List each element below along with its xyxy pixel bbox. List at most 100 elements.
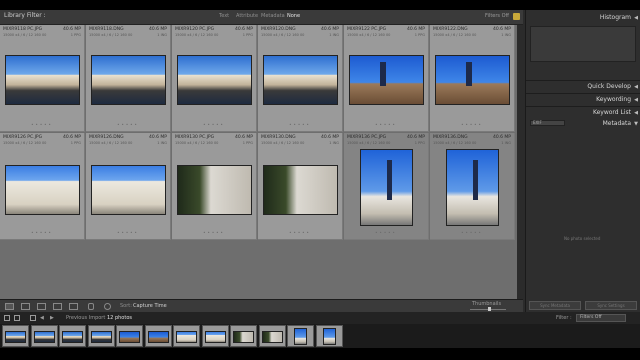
photo-file-type: 1 PPG — [414, 33, 425, 37]
filmstrip-thumbnail[interactable] — [87, 325, 115, 347]
histogram-header[interactable]: Histogram — [600, 14, 631, 21]
grid-view-icon[interactable] — [5, 303, 14, 310]
survey-view-icon[interactable] — [53, 303, 62, 310]
filmstrip-thumbnail[interactable] — [144, 325, 172, 347]
star-rating[interactable]: ••••• — [172, 230, 256, 235]
metadata-preset-select[interactable]: EXIF — [530, 120, 565, 126]
grid-cell[interactable]: MIXR9130.DNG 40.6 MP 15000 x4 / 6 / 12 160… — [258, 133, 343, 240]
star-rating[interactable]: ••••• — [172, 122, 256, 127]
photo-file-type: 1 ING — [501, 141, 511, 145]
sync-metadata-button[interactable]: Sync Metadata — [529, 301, 581, 310]
photo-filename: MIXR9118.DNG — [89, 27, 124, 32]
grid-cell[interactable]: MIXR9126 PC.JPG 40.6 MP 15000 x4 / 6 / 12 … — [0, 133, 85, 240]
people-view-icon[interactable] — [69, 303, 78, 310]
sort-capture-time-select[interactable]: Capture Time — [133, 303, 167, 309]
photo-thumbnail[interactable] — [177, 165, 252, 215]
photo-thumbnail[interactable] — [435, 55, 510, 105]
collapse-triangle-icon[interactable]: ◀ — [634, 84, 638, 90]
metadata-header[interactable]: Metadata — [603, 120, 631, 127]
grid-cell[interactable]: MIXR9120 PC.JPG 40.6 MP 15000 x4 / 6 / 12 … — [172, 25, 257, 132]
filmstrip-thumbnail[interactable] — [173, 325, 200, 347]
filter-none-option[interactable]: None — [287, 13, 300, 19]
photo-thumbnail[interactable] — [263, 55, 338, 105]
sort-direction-icon[interactable] — [104, 303, 111, 310]
star-rating[interactable]: ••••• — [258, 122, 342, 127]
photo-thumbnail[interactable] — [349, 55, 424, 105]
thumbnail-slider-knob[interactable] — [488, 307, 491, 311]
panel-divider — [526, 80, 640, 81]
filmstrip-thumbnail[interactable] — [230, 325, 257, 347]
filmstrip-thumbnail[interactable] — [287, 325, 314, 347]
filter-lock-icon[interactable] — [513, 13, 520, 20]
church-spire — [387, 160, 392, 200]
keyword-list-header[interactable]: Keyword List — [593, 109, 631, 116]
filmstrip-source[interactable]: Previous Import — [66, 315, 105, 321]
filmstrip-thumbnail[interactable] — [201, 325, 229, 347]
photo-thumbnail[interactable] — [263, 165, 338, 215]
photo-file-type: 1 PPG — [70, 141, 81, 145]
quick-develop-header[interactable]: Quick Develop — [587, 83, 631, 90]
filmstrip-photo-count[interactable]: 12 photos — [107, 315, 132, 321]
star-rating[interactable]: ••••• — [344, 122, 428, 127]
grid-cell[interactable]: MIXR9122.DNG 40.6 MP 15000 x4 / 6 / 12 160… — [430, 25, 515, 132]
grid-cell[interactable]: MIXR9118 PC.JPG 40.6 MP 15000 x4 / 6 / 12 … — [0, 25, 85, 132]
filmstrip-thumbnail[interactable] — [258, 325, 286, 347]
nav-forward-icon[interactable]: ▶ — [50, 315, 54, 321]
photo-megapixels: 40.6 MP — [148, 135, 167, 140]
star-rating[interactable]: ••••• — [430, 230, 514, 235]
secondary-display-icon[interactable] — [14, 315, 20, 321]
thumbnail-size-slider[interactable] — [470, 307, 506, 311]
star-rating[interactable]: ••••• — [86, 122, 170, 127]
church-spire — [466, 62, 472, 86]
photo-thumbnail[interactable] — [91, 165, 166, 215]
filter-attribute-option[interactable]: Attribute — [236, 13, 258, 19]
grid-cell[interactable]: MIXR9130 PC.JPG 40.6 MP 15000 x4 / 6 / 12 … — [172, 133, 257, 240]
panel-toggle-icon[interactable] — [4, 315, 10, 321]
sync-settings-button[interactable]: Sync Settings — [585, 301, 637, 310]
grid-cell[interactable]: MIXR9136 PC.JPG 40.6 MP 15000 x4 / 6 / 12 … — [344, 133, 429, 240]
grid-small-icon[interactable] — [30, 315, 36, 321]
photo-megapixels: 40.6 MP — [62, 27, 81, 32]
filmstrip-thumbnail[interactable] — [30, 325, 58, 347]
star-rating[interactable]: ••••• — [0, 230, 84, 235]
filmstrip-filter-select[interactable]: Filters Off — [576, 314, 626, 322]
compare-view-icon[interactable] — [37, 303, 46, 310]
grid-cell[interactable]: MIXR9126.DNG 40.6 MP 15000 x4 / 6 / 12 160… — [86, 133, 171, 240]
photo-file-type: 1 PPG — [70, 33, 81, 37]
star-rating[interactable]: ••••• — [430, 122, 514, 127]
collapse-triangle-icon[interactable]: ◀ — [634, 110, 638, 116]
painter-icon[interactable] — [88, 303, 94, 310]
star-rating[interactable]: ••••• — [344, 230, 428, 235]
photo-thumbnail[interactable] — [5, 165, 80, 215]
photo-thumbnail[interactable] — [446, 149, 499, 226]
grid-cell[interactable]: MIXR9120.DNG 40.6 MP 15000 x4 / 6 / 12 160… — [258, 25, 343, 132]
photo-megapixels: 40.6 MP — [62, 135, 81, 140]
grid-cell[interactable]: MIXR9118.DNG 40.6 MP 15000 x4 / 6 / 12 160… — [86, 25, 171, 132]
keywording-header[interactable]: Keywording — [596, 96, 631, 103]
filmstrip-thumbnail[interactable] — [59, 325, 86, 347]
filter-text-option[interactable]: Text — [219, 13, 229, 19]
star-rating[interactable]: ••••• — [0, 122, 84, 127]
collapse-triangle-icon[interactable]: ◀ — [634, 97, 638, 103]
filmstrip-image — [322, 328, 336, 345]
grid-cell[interactable]: MIXR9122 PC.JPG 40.6 MP 15000 x4 / 6 / 12 … — [344, 25, 429, 132]
collapse-triangle-icon[interactable]: ◀ — [634, 15, 638, 21]
star-rating[interactable]: ••••• — [258, 230, 342, 235]
filmstrip-image — [33, 331, 55, 343]
filter-metadata-option[interactable]: Metadata — [261, 13, 285, 19]
photo-thumbnail[interactable] — [177, 55, 252, 105]
filmstrip-thumbnail[interactable] — [315, 325, 343, 347]
nav-back-icon[interactable]: ◀ — [40, 315, 44, 321]
filmstrip-thumbnail[interactable] — [116, 325, 143, 347]
collapse-triangle-icon[interactable]: ▼ — [634, 121, 638, 127]
grid-cell[interactable]: MIXR9136.DNG 40.6 MP 15000 x4 / 6 / 12 160… — [430, 133, 515, 240]
loupe-view-icon[interactable] — [21, 303, 30, 310]
photo-thumbnail[interactable] — [5, 55, 80, 105]
photo-exif-info: 15000 x4 / 6 / 12 160 00 — [433, 33, 477, 37]
photo-thumbnail[interactable] — [91, 55, 166, 105]
filmstrip-thumbnail[interactable] — [2, 325, 29, 347]
photo-file-type: 1 ING — [157, 33, 167, 37]
photo-thumbnail[interactable] — [360, 149, 413, 226]
filters-off-label[interactable]: Filters Off — [485, 13, 509, 19]
star-rating[interactable]: ••••• — [86, 230, 170, 235]
